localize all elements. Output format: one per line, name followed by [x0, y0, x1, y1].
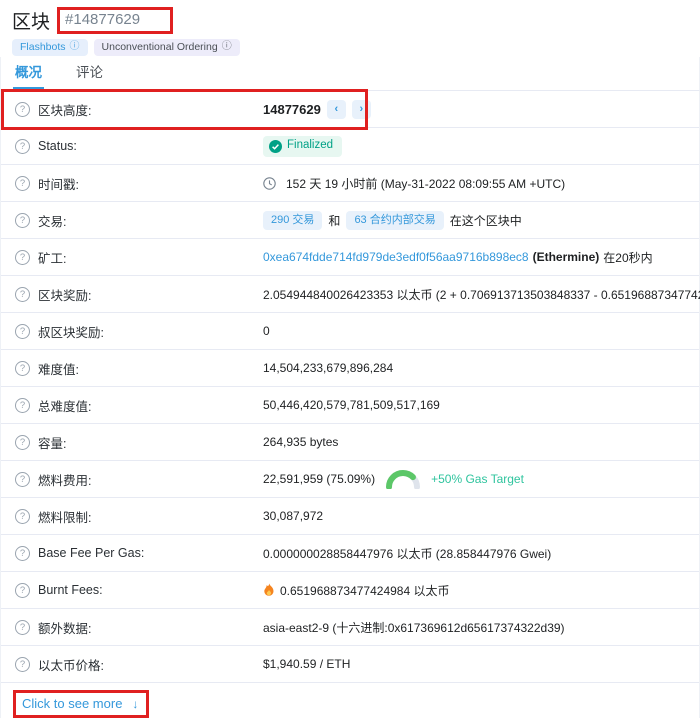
row-status: ? Status: Finalized — [1, 128, 699, 165]
block-number: #14877629 — [65, 11, 140, 28]
row-label: 额外数据: — [38, 618, 91, 637]
row-base-fee: ? Base Fee Per Gas: 0.000000028858447976… — [1, 535, 699, 572]
arrow-down-icon[interactable]: ↓ — [132, 697, 138, 711]
gas-limit-value: 30,087,972 — [263, 509, 323, 523]
transactions-suffix-text: 在这个区块中 — [450, 212, 522, 229]
transactions-link[interactable]: 290 交易 — [263, 211, 322, 230]
miner-name: (Ethermine) — [533, 250, 600, 264]
row-uncle-reward: ? 叔区块奖励: 0 — [1, 313, 699, 350]
flame-icon — [263, 583, 275, 597]
row-miner: ? 矿工: 0xea674fdde714fd979de3edf0f56aa971… — [1, 239, 699, 276]
help-icon[interactable]: ? — [15, 213, 30, 228]
block-reward-value: 2.054944840026423353 以太币 (2 + 0.70691371… — [263, 286, 700, 303]
help-icon[interactable]: ? — [15, 361, 30, 376]
size-value: 264,935 bytes — [263, 435, 338, 449]
row-label: 交易: — [38, 211, 66, 230]
row-difficulty: ? 难度值: 14,504,233,679,896,284 — [1, 350, 699, 387]
row-label: Burnt Fees: — [38, 583, 103, 597]
help-icon[interactable]: ? — [15, 620, 30, 635]
tab-bar: 概况 评论 — [0, 57, 700, 91]
block-height-value: 14877629 — [263, 102, 321, 117]
eth-price-value: $1,940.59 / ETH — [263, 657, 350, 671]
block-details-card: ? 区块高度: 14877629 ‹ › ? Status: Finalized… — [0, 91, 700, 718]
row-burnt-fees: ? Burnt Fees: 0.651968873477424984 以太币 — [1, 572, 699, 609]
row-label: 以太币价格: — [38, 655, 104, 674]
help-icon[interactable]: ? — [15, 102, 30, 117]
row-size: ? 容量: 264,935 bytes — [1, 424, 699, 461]
row-label: 时间戳: — [38, 174, 79, 193]
help-icon[interactable]: ? — [15, 139, 30, 154]
help-icon[interactable]: ? — [15, 583, 30, 598]
burnt-fees-value: 0.651968873477424984 以太币 — [280, 582, 449, 599]
row-total-difficulty: ? 总难度值: 50,446,420,579,781,509,517,169 — [1, 387, 699, 424]
row-gas-limit: ? 燃料限制: 30,087,972 — [1, 498, 699, 535]
row-transactions: ? 交易: 290 交易 和 63 合约内部交易 在这个区块中 — [1, 202, 699, 239]
help-icon[interactable]: ? — [15, 287, 30, 302]
help-icon[interactable]: ? — [15, 546, 30, 561]
difficulty-value: 14,504,233,679,896,284 — [263, 361, 393, 375]
base-fee-value: 0.000000028858447976 以太币 (28.858447976 G… — [263, 545, 551, 562]
see-more-annotation: Click to see more ↓ — [13, 690, 149, 718]
card-footer: Click to see more ↓ — [1, 683, 699, 718]
row-label: 叔区块奖励: — [38, 322, 104, 341]
row-label: 容量: — [38, 433, 66, 452]
uncle-reward-value: 0 — [263, 324, 270, 338]
unconventional-ordering-badge: Unconventional Ordering ⓘ — [94, 39, 240, 56]
miner-address-link[interactable]: 0xea674fdde714fd979de3edf0f56aa9716b898e… — [263, 250, 529, 264]
timestamp-value: 152 天 19 小时前 (May-31-2022 08:09:55 AM +U… — [286, 175, 565, 192]
row-timestamp: ? 时间戳: 152 天 19 小时前 (May-31-2022 08:09:5… — [1, 165, 699, 202]
tab-overview[interactable]: 概况 — [13, 55, 44, 90]
total-difficulty-value: 50,446,420,579,781,509,517,169 — [263, 398, 440, 412]
miner-time-text: 在20秒内 — [603, 249, 652, 266]
row-gas-used: ? 燃料费用: 22,591,959 (75.09%) +50% Gas Tar… — [1, 461, 699, 498]
flashbots-badge: Flashbots ⓘ — [12, 39, 88, 56]
gas-target-text: +50% Gas Target — [431, 472, 524, 486]
help-icon[interactable]: ? — [15, 250, 30, 265]
row-label: Base Fee Per Gas: — [38, 546, 144, 560]
row-label: 燃料费用: — [38, 470, 91, 489]
check-circle-icon — [269, 140, 282, 153]
row-label: 区块奖励: — [38, 285, 91, 304]
row-label: 燃料限制: — [38, 507, 91, 526]
help-icon[interactable]: ? — [15, 509, 30, 524]
row-block-reward: ? 区块奖励: 2.054944840026423353 以太币 (2 + 0.… — [1, 276, 699, 313]
row-label: Status: — [38, 139, 77, 153]
block-number-annotation: #14877629 — [57, 7, 173, 34]
page-header: 区块 #14877629 Flashbots ⓘ Unconventional … — [0, 0, 700, 57]
info-icon[interactable]: ⓘ — [70, 42, 80, 52]
info-icon[interactable]: ⓘ — [222, 42, 232, 52]
clock-icon — [263, 177, 276, 190]
help-icon[interactable]: ? — [15, 657, 30, 672]
help-icon[interactable]: ? — [15, 472, 30, 487]
row-extra-data: ? 额外数据: asia-east2-9 (十六进制:0x617369612d6… — [1, 609, 699, 646]
gas-used-value: 22,591,959 (75.09%) — [263, 472, 375, 486]
next-block-button[interactable]: › — [352, 100, 371, 119]
row-block-height: ? 区块高度: 14877629 ‹ › — [1, 91, 699, 128]
gas-gauge-icon — [385, 469, 421, 489]
row-label: 总难度值: — [38, 396, 91, 415]
help-icon[interactable]: ? — [15, 176, 30, 191]
help-icon[interactable]: ? — [15, 398, 30, 413]
status-badge: Finalized — [263, 136, 342, 157]
internal-transactions-link[interactable]: 63 合约内部交易 — [346, 211, 443, 230]
transactions-and-text: 和 — [328, 212, 340, 229]
flashbots-badge-label: Flashbots — [20, 42, 66, 53]
click-to-see-more-link[interactable]: Click to see more — [22, 696, 122, 711]
header-badges: Flashbots ⓘ Unconventional Ordering ⓘ — [12, 39, 688, 56]
tab-comments[interactable]: 评论 — [74, 55, 105, 90]
extra-data-value: asia-east2-9 (十六进制:0x617369612d656173743… — [263, 619, 565, 636]
row-eth-price: ? 以太币价格: $1,940.59 / ETH — [1, 646, 699, 683]
row-label: 难度值: — [38, 359, 79, 378]
page-title: 区块 — [12, 7, 50, 34]
row-label: 区块高度: — [38, 100, 91, 119]
row-label: 矿工: — [38, 248, 66, 267]
help-icon[interactable]: ? — [15, 435, 30, 450]
status-badge-label: Finalized — [287, 140, 333, 152]
unconventional-ordering-badge-label: Unconventional Ordering — [102, 42, 218, 53]
previous-block-button[interactable]: ‹ — [327, 100, 346, 119]
help-icon[interactable]: ? — [15, 324, 30, 339]
